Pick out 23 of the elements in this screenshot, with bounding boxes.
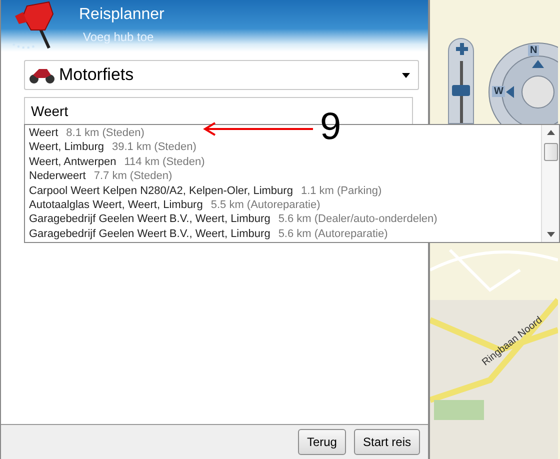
suggestion-item[interactable]: Weert, Antwerpen 114 km (Steden) xyxy=(29,154,537,170)
motorcycle-icon xyxy=(29,66,55,84)
zoom-slider[interactable] xyxy=(448,38,474,124)
compass-center-button[interactable] xyxy=(522,76,554,108)
suggestion-item[interactable]: Carpool Weert Kelpen N280/A2, Kelpen-Oler, Limburg 1.1 km (Parking) xyxy=(29,184,537,198)
page-subtitle: Voeg hub toe xyxy=(83,30,155,44)
suggestion-item[interactable]: Garagebedrijf Geelen Weert B.V., Weert, Limburg 5.6 km (Autoreparatie) xyxy=(29,226,537,242)
scrollbar-thumb[interactable] xyxy=(544,143,558,161)
suggestion-item[interactable]: Nederweert 7.7 km (Steden) xyxy=(29,169,537,184)
zoom-in-icon[interactable] xyxy=(456,43,468,55)
compass-north-label: N xyxy=(528,45,540,56)
vehicle-dropdown[interactable]: Motorfiets xyxy=(24,60,419,90)
scroll-up-icon[interactable] xyxy=(546,130,554,135)
suggestion-item[interactable]: Autotaalglas Weert, Weert, Limburg 5.5 km (Autoreparatie) xyxy=(29,198,537,212)
caret-icon xyxy=(402,72,410,78)
suggestion-item[interactable]: Garagebedrijf Geelen Weert B.V., Weert, Limburg 5.6 km (Dealer/auto-onderdelen) xyxy=(29,212,537,227)
scroll-down-icon[interactable] xyxy=(546,232,554,237)
slider-thumb[interactable] xyxy=(452,84,470,96)
scrollbar[interactable] xyxy=(541,125,559,242)
compass-west-label: W xyxy=(492,86,506,97)
app-title: Reisplanner xyxy=(79,6,164,24)
footer-button[interactable]: Start reis xyxy=(354,429,420,455)
footer-button[interactable]: Terug xyxy=(298,429,346,455)
